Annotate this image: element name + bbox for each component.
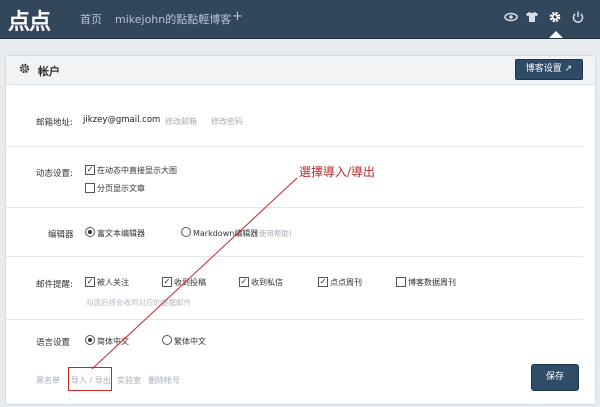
annotation-arrow-line — [91, 177, 298, 370]
annotation-text: 選擇導入/導出 — [299, 165, 376, 179]
